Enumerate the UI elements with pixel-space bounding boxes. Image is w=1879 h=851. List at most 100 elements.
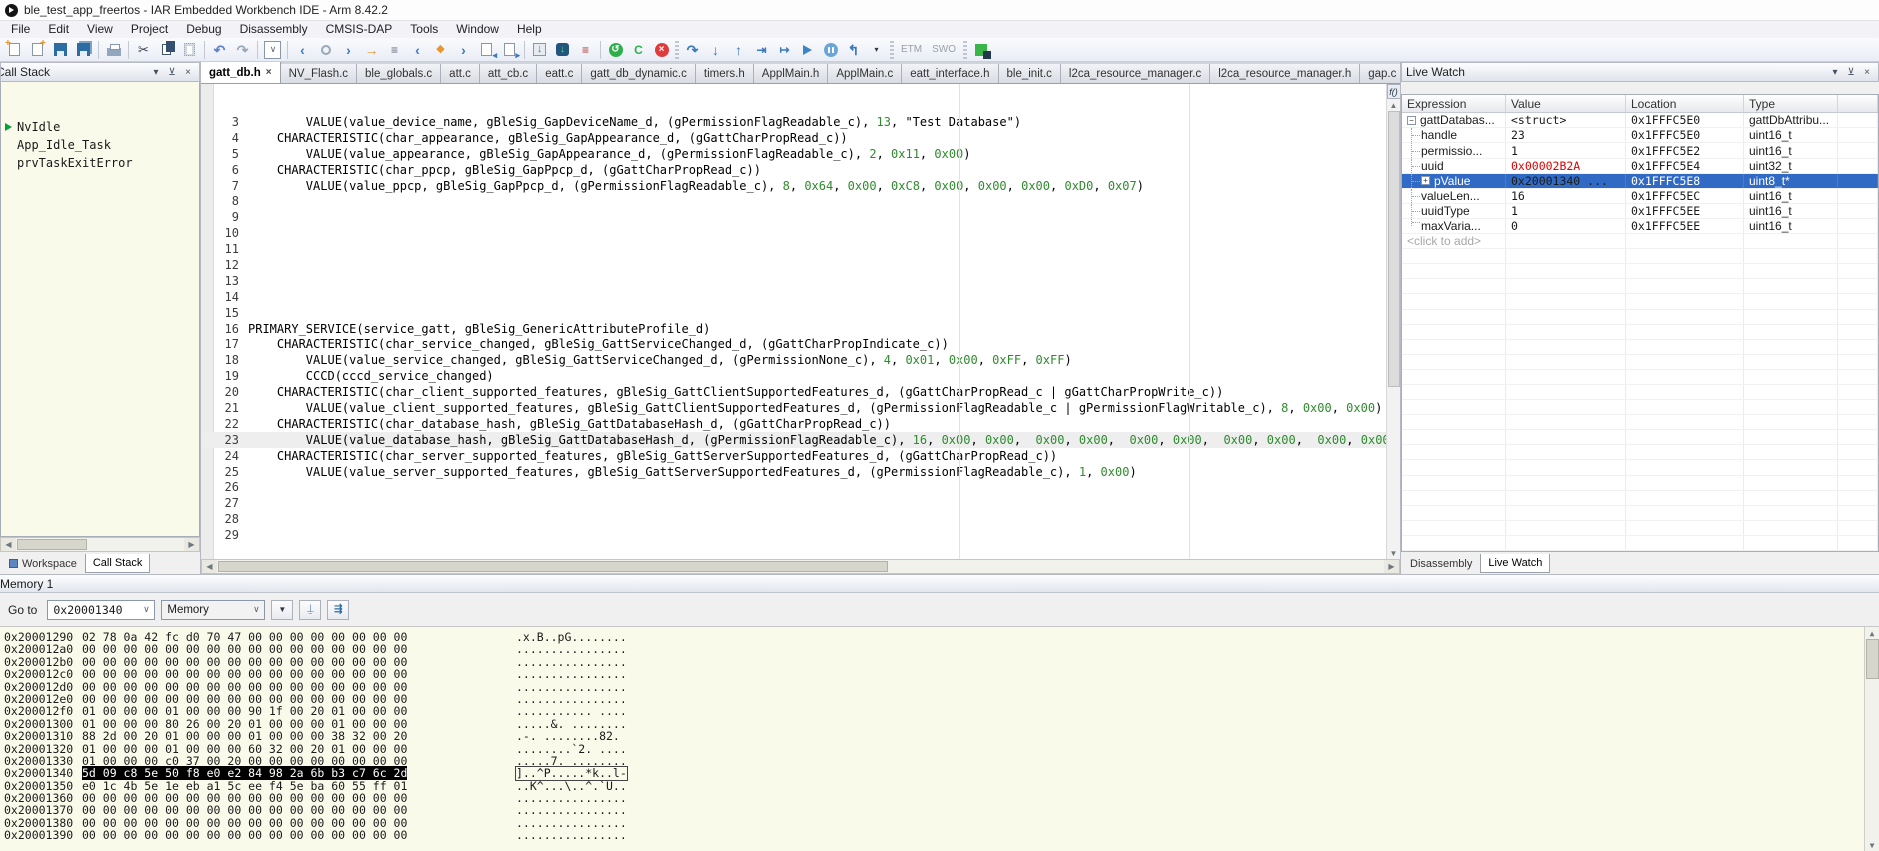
expand-icon[interactable]: + — [1421, 176, 1430, 185]
column-header-location[interactable]: Location — [1626, 95, 1744, 112]
close-tab-icon[interactable]: × — [266, 67, 272, 78]
call-stack-list[interactable]: NvIdleApp_Idle_TaskprvTaskExitError — [0, 82, 200, 537]
paste-button[interactable] — [178, 39, 201, 60]
scroll-up-icon[interactable]: ▲ — [1388, 99, 1400, 111]
scroll-right-icon[interactable]: ▶ — [1384, 560, 1399, 573]
tab-disassembly[interactable]: Disassembly — [1403, 554, 1479, 573]
tab-workspace[interactable]: Workspace — [2, 554, 84, 573]
copy-button[interactable] — [155, 39, 178, 60]
watch-row-permissio[interactable]: permissio...10x1FFFC5E2uint16_t — [1402, 143, 1878, 158]
call-stack-frame[interactable]: App_Idle_Task — [1, 136, 199, 154]
scroll-down-icon[interactable]: ▼ — [1866, 839, 1878, 851]
step-out-button[interactable]: ↑ — [727, 39, 750, 60]
scroll-up-icon[interactable]: ▲ — [1866, 627, 1878, 639]
code-area[interactable]: 3 VALUE(value_device_name, gBleSig_GapDe… — [201, 84, 1386, 559]
watch-row-pValue[interactable]: +pValue0x20001340 ...0x1FFFC5E8uint8_t* — [1402, 174, 1878, 189]
code-line[interactable]: 3 VALUE(value_device_name, gBleSig_GapDe… — [201, 114, 1386, 130]
scrollbar-thumb[interactable] — [218, 561, 888, 572]
search-combobox[interactable]: ∨ — [261, 39, 284, 60]
watch-row-maxVaria[interactable]: maxVaria...00x1FFFC5EEuint16_t — [1402, 219, 1878, 234]
watch-row-gattDatabas[interactable]: −gattDatabas...<struct>0x1FFFC5E0gattDbA… — [1402, 113, 1878, 128]
reset-debug-button[interactable]: ↰ — [842, 39, 865, 60]
editor-tab-eatt.c[interactable]: eatt.c — [537, 64, 582, 83]
save-button[interactable] — [49, 39, 72, 60]
editor-tab-NV_Flash.c[interactable]: NV_Flash.c — [281, 64, 357, 83]
tab-live-watch[interactable]: Live Watch — [1480, 554, 1550, 573]
watch-row-uuid[interactable]: uuid0x00002B2A0x1FFFC5E4uint32_t — [1402, 159, 1878, 174]
scrollbar-thumb[interactable] — [17, 539, 87, 550]
editor-tab-ble_init.c[interactable]: ble_init.c — [999, 64, 1061, 83]
editor-tab-gap.c[interactable]: gap.c — [1360, 64, 1400, 83]
editor-tab-att_cb.c[interactable]: att_cb.c — [480, 64, 537, 83]
find-previous-button[interactable]: ‹ — [291, 39, 314, 60]
cspy-button[interactable]: C — [627, 39, 650, 60]
print-button[interactable] — [102, 39, 125, 60]
memory-hex-view[interactable]: 0x2000129002 78 0a 42 fc d0 70 47 00 00 … — [0, 627, 1879, 851]
code-line[interactable]: 27 — [201, 495, 1386, 511]
break-button[interactable] — [819, 39, 842, 60]
code-line[interactable]: 17 CHARACTERISTIC(char_service_changed, … — [201, 336, 1386, 352]
etm-button[interactable]: ETM — [897, 42, 926, 57]
code-line[interactable]: 6 CHARACTERISTIC(char_ppcp, gBleSig_GapP… — [201, 162, 1386, 178]
call-stack-frame[interactable]: prvTaskExitError — [1, 154, 199, 172]
editor-tab-l2ca_resource_manager.c[interactable]: l2ca_resource_manager.c — [1061, 64, 1210, 83]
editor-tab-gatt_db.h[interactable]: gatt_db.h× — [201, 62, 281, 83]
run-to-cursor-button[interactable]: ↦ — [773, 39, 796, 60]
code-line[interactable]: 21 VALUE(value_client_supported_features… — [201, 400, 1386, 416]
cut-button[interactable]: ✂ — [132, 39, 155, 60]
find-next-button[interactable]: › — [337, 39, 360, 60]
tab-call-stack[interactable]: Call Stack — [85, 554, 151, 573]
code-line[interactable]: 20 CHARACTERISTIC(char_client_supported_… — [201, 384, 1386, 400]
editor-hscrollbar[interactable]: ◀ ▶ — [201, 559, 1400, 574]
code-line[interactable]: 18 VALUE(value_service_changed, gBleSig_… — [201, 352, 1386, 368]
go-button[interactable] — [796, 39, 819, 60]
editor-tab-gatt_db_dynamic.c[interactable]: gatt_db_dynamic.c — [582, 64, 696, 83]
code-line[interactable]: 8 — [201, 193, 1386, 209]
menu-item-window[interactable]: Window — [447, 21, 508, 38]
close-icon[interactable]: × — [1860, 67, 1874, 78]
find-button[interactable] — [314, 39, 337, 60]
memory-vscrollbar[interactable]: ▲ ▼ — [1864, 627, 1879, 851]
code-line[interactable]: 25 VALUE(value_server_supported_features… — [201, 464, 1386, 480]
watch-row-uuidType[interactable]: uuidType10x1FFFC5EEuint16_t — [1402, 204, 1878, 219]
next-statement-button[interactable]: ⇥ — [750, 39, 773, 60]
code-line[interactable]: 13 — [201, 273, 1386, 289]
code-line[interactable]: 5 VALUE(value_appearance, gBleSig_GapApp… — [201, 146, 1386, 162]
reset-dropdown[interactable]: ▾ — [865, 39, 888, 60]
watch-row-valueLen[interactable]: valueLen...160x1FFFC5ECuint16_t — [1402, 189, 1878, 204]
step-into-button[interactable]: ↓ — [704, 39, 727, 60]
goto-button[interactable]: → — [360, 39, 383, 60]
chevron-down-icon[interactable]: ∨ — [248, 601, 264, 619]
live-watch-table[interactable]: ExpressionValueLocationType−gattDatabas.… — [1401, 94, 1879, 552]
code-line[interactable]: 4 CHARACTERISTIC(char_appearance, gBleSi… — [201, 130, 1386, 146]
code-line[interactable]: 15 — [201, 305, 1386, 321]
column-header-value[interactable]: Value — [1506, 95, 1626, 112]
panel-menu-icon[interactable]: ▾ — [1828, 67, 1842, 78]
pin-icon[interactable]: ⊻ — [165, 67, 179, 78]
function-list-button[interactable]: f() — [1387, 84, 1401, 99]
call-stack-hscrollbar[interactable]: ◀ ▶ — [0, 537, 200, 552]
code-line[interactable]: 7 VALUE(value_ppcp, gBleSig_GapPpcp_d, (… — [201, 178, 1386, 194]
watch-row-handle[interactable]: handle230x1FFFC5E0uint16_t — [1402, 128, 1878, 143]
code-line[interactable]: 14 — [201, 289, 1386, 305]
redo-button[interactable]: ↷ — [231, 39, 254, 60]
menu-item-view[interactable]: View — [78, 21, 122, 38]
code-line[interactable]: 9 — [201, 209, 1386, 225]
pin-icon[interactable]: ⊻ — [1844, 67, 1858, 78]
open-file-button[interactable] — [26, 39, 49, 60]
code-line[interactable]: 23 VALUE(value_database_hash, gBleSig_Ga… — [201, 432, 1386, 448]
column-header-type[interactable]: Type — [1744, 95, 1838, 112]
swo-button[interactable]: SWO — [928, 42, 960, 57]
close-icon[interactable]: × — [181, 67, 195, 78]
editor-vscrollbar[interactable]: f() ▲ ▼ — [1386, 84, 1400, 559]
code-line[interactable]: 24 CHARACTERISTIC(char_server_supported_… — [201, 448, 1386, 464]
memory-row-0x20001390[interactable]: 0x2000139000 00 00 00 00 00 00 00 00 00 … — [4, 829, 1879, 841]
code-line[interactable]: 28 — [201, 511, 1386, 527]
scroll-left-icon[interactable]: ◀ — [202, 560, 217, 573]
download-and-debug-button[interactable]: ↓ — [551, 39, 574, 60]
code-line[interactable]: 12 — [201, 257, 1386, 273]
click-to-add-row[interactable]: <click to add> — [1402, 234, 1878, 249]
reset-button[interactable]: ↺ — [604, 39, 627, 60]
display-format-dropdown[interactable]: ▼ — [271, 600, 293, 620]
editor-tab-ApplMain.h[interactable]: ApplMain.h — [754, 64, 829, 83]
